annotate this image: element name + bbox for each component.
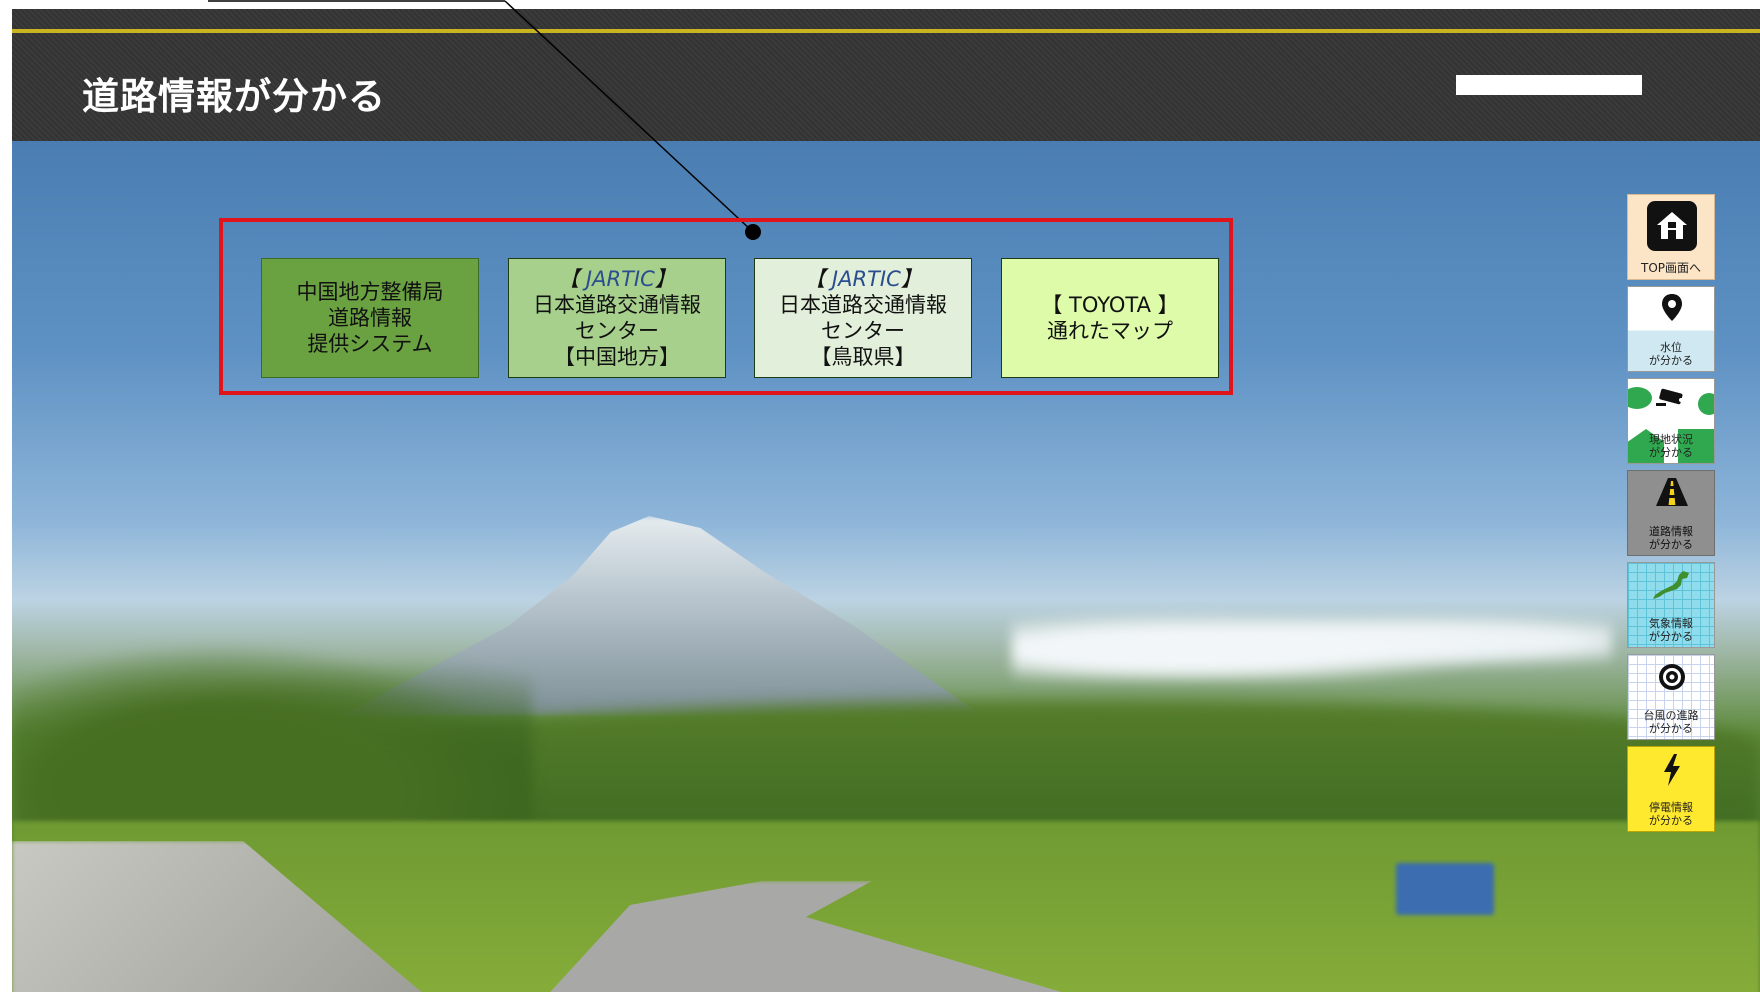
link-label-line: 日本道路交通情報 bbox=[533, 293, 701, 317]
home-icon bbox=[1647, 201, 1697, 251]
nav-weather-label-1: 気象情報 bbox=[1649, 617, 1693, 630]
link-label-line: 道路情報 bbox=[328, 306, 412, 330]
nav-typhoon-button[interactable]: 台風の進路 が分かる bbox=[1627, 654, 1715, 740]
jartic-brand: JARTIC bbox=[585, 267, 655, 291]
link-label-line: 日本道路交通情報 bbox=[779, 293, 947, 317]
header-bar: 道路情報が分かる bbox=[12, 9, 1760, 141]
road-info-links-panel: 中国地方整備局 道路情報 提供システム 【 JARTIC】 日本道路交通情報 セ… bbox=[219, 218, 1233, 395]
map-pin-icon bbox=[1628, 293, 1714, 323]
nav-water-level-button[interactable]: 水位 が分かる bbox=[1627, 286, 1715, 372]
nav-road-info-button[interactable]: 道路情報 が分かる bbox=[1627, 470, 1715, 556]
nav-site-status-button[interactable]: 現地状況 が分かる bbox=[1627, 378, 1715, 464]
link-toyota-passable-map[interactable]: 【 TOYOTA 】 通れたマップ bbox=[1001, 258, 1219, 378]
nav-water-label-2: が分かる bbox=[1649, 354, 1693, 367]
link-chugoku-road-info-system[interactable]: 中国地方整備局 道路情報 提供システム bbox=[261, 258, 479, 378]
header-stripe bbox=[12, 29, 1760, 33]
bracket-open: 【 bbox=[558, 267, 586, 291]
link-jartic-chugoku[interactable]: 【 JARTIC】 日本道路交通情報 センター 【中国地方】 bbox=[508, 258, 726, 378]
nav-power-outage-button[interactable]: 停電情報 が分かる bbox=[1627, 746, 1715, 832]
link-brand-line: 【 JARTIC】 bbox=[804, 266, 922, 292]
nav-road-label-1: 道路情報 bbox=[1649, 525, 1693, 538]
bracket-close: 】 bbox=[900, 267, 922, 291]
typhoon-icon bbox=[1628, 661, 1714, 693]
nav-top-button[interactable]: TOP画面へ bbox=[1627, 194, 1715, 280]
link-jartic-tottori[interactable]: 【 JARTIC】 日本道路交通情報 センター 【鳥取県】 bbox=[754, 258, 972, 378]
link-label-line: 中国地方整備局 bbox=[296, 280, 444, 304]
nav-typhoon-label-2: が分かる bbox=[1649, 722, 1693, 735]
nav-camera-label-2: が分かる bbox=[1649, 446, 1693, 459]
nav-water-label-1: 水位 bbox=[1660, 341, 1682, 354]
link-label-line: 【中国地方】 bbox=[554, 345, 680, 369]
nav-camera-label-1: 現地状況 bbox=[1649, 433, 1693, 446]
nav-top-icon-wrap bbox=[1628, 201, 1714, 251]
nav-weather-label-2: が分かる bbox=[1649, 630, 1693, 643]
nav-outage-label-2: が分かる bbox=[1649, 814, 1693, 827]
nav-road-label-2: が分かる bbox=[1649, 538, 1693, 551]
link-label-line: 通れたマップ bbox=[1047, 319, 1173, 343]
bracket-open: 【 bbox=[804, 267, 832, 291]
nav-typhoon-label-1: 台風の進路 bbox=[1643, 709, 1699, 722]
link-brand-line: 【 JARTIC】 bbox=[558, 266, 676, 292]
road-icon bbox=[1628, 477, 1714, 507]
bracket-close: 】 bbox=[654, 267, 676, 291]
japan-map-icon bbox=[1628, 569, 1714, 603]
jartic-brand: JARTIC bbox=[831, 267, 901, 291]
bush-shape bbox=[1698, 393, 1714, 415]
link-label-line: 提供システム bbox=[307, 332, 433, 356]
link-label-line: センター bbox=[575, 319, 659, 343]
page: 道路情報が分かる bbox=[12, 9, 1760, 992]
page-title: 道路情報が分かる bbox=[82, 75, 386, 118]
lightning-icon bbox=[1628, 753, 1714, 787]
link-label-line: 【鳥取県】 bbox=[810, 345, 916, 369]
road-sign bbox=[1396, 863, 1494, 915]
link-label-line: 【 TOYOTA 】 bbox=[1041, 293, 1179, 317]
nav-weather-button[interactable]: 気象情報 が分かる bbox=[1627, 562, 1715, 648]
nav-top-label: TOP画面へ bbox=[1640, 261, 1701, 275]
clouds bbox=[1012, 601, 1612, 681]
link-label-line: センター bbox=[821, 319, 905, 343]
nav-outage-label-1: 停電情報 bbox=[1649, 801, 1693, 814]
header-white-box bbox=[1456, 75, 1642, 95]
